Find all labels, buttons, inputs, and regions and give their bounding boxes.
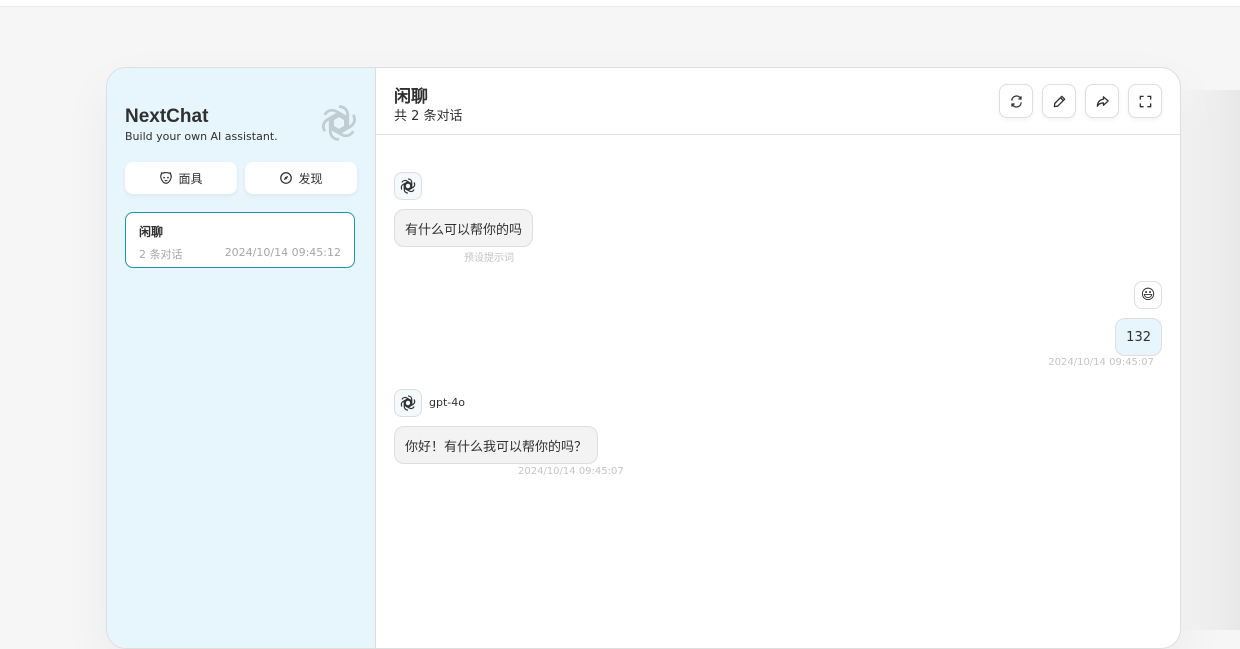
- openai-logo-icon: [399, 177, 417, 195]
- discover-button-label: 发现: [298, 171, 323, 186]
- share-icon: [1096, 95, 1109, 107]
- app-window: NextChat Build your own AI assistant. 面具…: [106, 67, 1181, 649]
- openai-logo-icon: [399, 394, 417, 412]
- compass-icon: [280, 172, 293, 184]
- edit-icon: [1053, 95, 1065, 107]
- chat-item-count: 2 条对话: [139, 248, 183, 261]
- fullscreen-button[interactable]: [1128, 84, 1162, 118]
- chat-item-title: 闲聊: [139, 225, 164, 239]
- chat-item-date: 2024/10/14 09:45:12: [224, 246, 341, 259]
- chat-main: 闲聊 共 2 条对话 有什么可以帮你的吗 预设提示词 😃 132 2024/10…: [376, 68, 1180, 648]
- sidebar: NextChat Build your own AI assistant. 面具…: [107, 68, 376, 648]
- top-strip: [0, 0, 1240, 7]
- assistant-avatar: [394, 389, 422, 417]
- assistant-message: 有什么可以帮你的吗: [394, 209, 534, 247]
- brand-subtitle: Build your own AI assistant.: [125, 130, 278, 143]
- fullscreen-icon: [1139, 95, 1151, 107]
- mask-icon: [160, 171, 173, 184]
- chat-title: 闲聊: [394, 87, 428, 107]
- mask-button-label: 面具: [178, 171, 203, 186]
- edit-button[interactable]: [1042, 84, 1076, 118]
- share-button[interactable]: [1085, 84, 1119, 118]
- model-label: gpt-4o: [429, 396, 465, 409]
- brand-title: NextChat: [125, 106, 209, 127]
- user-avatar-emoji: 😃: [1140, 287, 1156, 303]
- assistant-message: 你好！有什么我可以帮你的吗？: [394, 426, 599, 464]
- chat-list-item[interactable]: 闲聊 2 条对话 2024/10/14 09:45:12: [125, 212, 355, 268]
- message-timestamp: 2024/10/14 09:45:07: [1048, 357, 1154, 368]
- background-shadow: [1180, 90, 1240, 630]
- message-timestamp: 2024/10/14 09:45:07: [518, 466, 624, 477]
- chat-header: 闲聊 共 2 条对话: [376, 68, 1180, 135]
- mask-button[interactable]: 面具: [125, 162, 237, 194]
- openai-logo-icon: [318, 102, 360, 144]
- user-avatar: 😃: [1134, 281, 1162, 309]
- message-meta: 预设提示词: [464, 253, 514, 264]
- chat-subtitle: 共 2 条对话: [394, 109, 463, 124]
- refresh-icon: [1010, 94, 1022, 108]
- assistant-avatar: [394, 172, 422, 200]
- user-message: 132: [1115, 318, 1162, 356]
- discover-button[interactable]: 发现: [245, 162, 357, 194]
- refresh-button[interactable]: [999, 84, 1033, 118]
